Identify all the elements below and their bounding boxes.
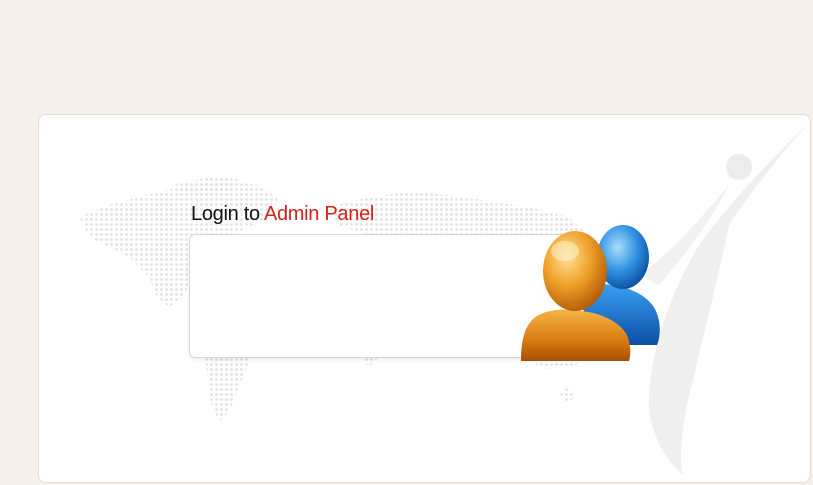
login-card: Login to Admin Panel: [38, 114, 811, 483]
users-icon: [521, 225, 660, 361]
login-title-accent: Admin Panel: [263, 203, 375, 225]
login-title: Login to Admin Panel: [191, 203, 374, 226]
login-form-box: [189, 234, 569, 358]
login-title-prefix: Login to: [191, 203, 260, 225]
